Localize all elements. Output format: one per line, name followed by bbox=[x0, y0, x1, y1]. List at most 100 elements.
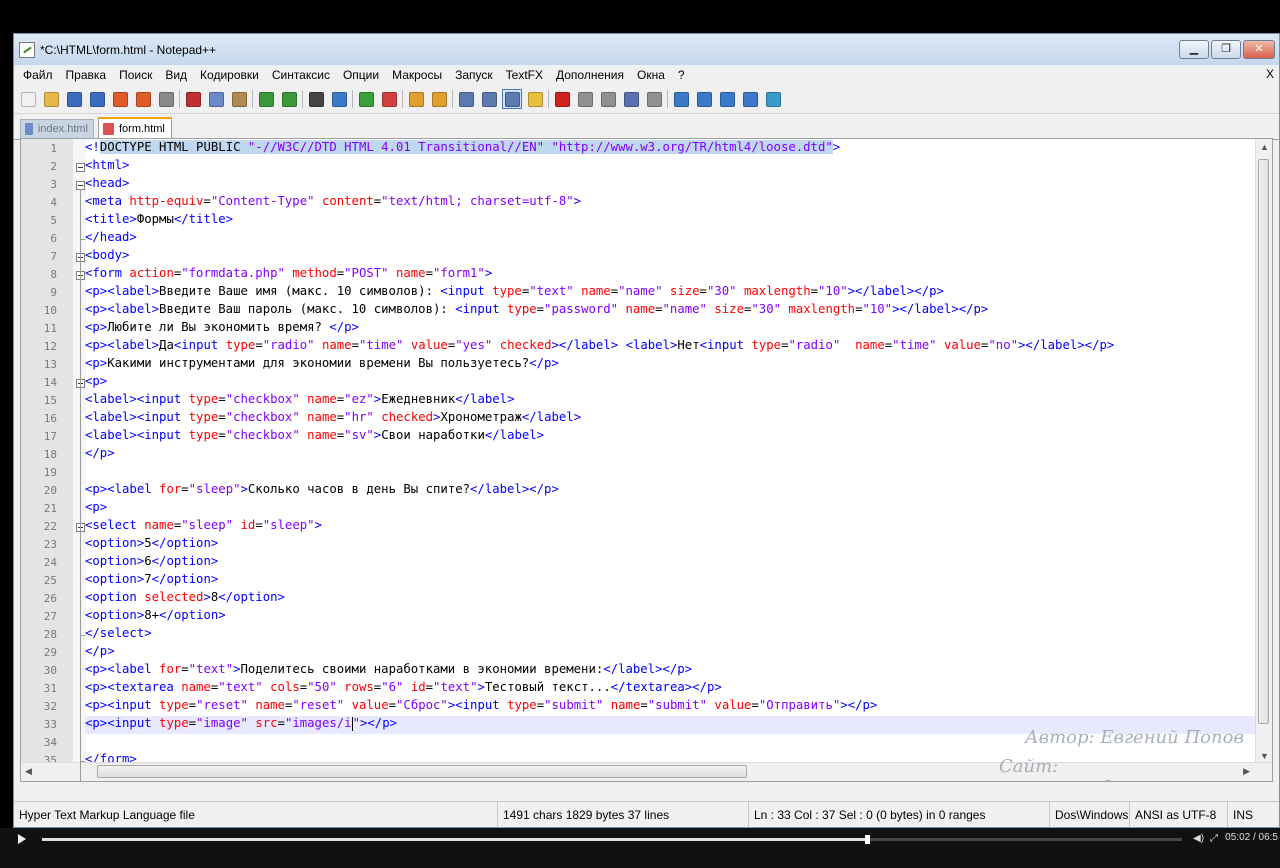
line-number: 4 bbox=[50, 196, 57, 209]
video-seek-bar[interactable] bbox=[42, 835, 1182, 844]
record-macro-icon[interactable] bbox=[552, 89, 572, 109]
sync-horizontal-icon[interactable] bbox=[429, 89, 449, 109]
code-line[interactable]: <p><label>Введите Ваше имя (макс. 10 сим… bbox=[85, 284, 1261, 302]
code-line[interactable]: <option>6</option> bbox=[85, 554, 1261, 572]
code-line[interactable]: <!DOCTYPE HTML PUBLIC "-//W3C//DTD HTML … bbox=[85, 140, 1261, 158]
play-macro-icon[interactable] bbox=[598, 89, 618, 109]
code-line[interactable]: <label><input type="checkbox" name="hr" … bbox=[85, 410, 1261, 428]
scroll-left-arrow-icon[interactable]: ◀ bbox=[25, 766, 32, 777]
menu-window[interactable]: Окна bbox=[631, 68, 671, 82]
copy-icon[interactable] bbox=[206, 89, 226, 109]
scroll-up-arrow-icon[interactable]: ▲ bbox=[1260, 142, 1269, 152]
new-file-icon[interactable] bbox=[18, 89, 38, 109]
zoom-out-icon[interactable] bbox=[379, 89, 399, 109]
save-icon[interactable] bbox=[64, 89, 84, 109]
code-line[interactable]: <p> bbox=[85, 374, 1261, 392]
save-macro-icon[interactable] bbox=[644, 89, 664, 109]
menu-search[interactable]: Поиск bbox=[113, 68, 158, 82]
menu-run[interactable]: Запуск bbox=[449, 68, 499, 82]
spell-check-icon[interactable] bbox=[763, 89, 783, 109]
code-line[interactable]: <option selected>8</option> bbox=[85, 590, 1261, 608]
code-line[interactable]: <head> bbox=[85, 176, 1261, 194]
close-window-button[interactable]: ✕ bbox=[1243, 40, 1275, 59]
vertical-scrollbar[interactable]: ▲ ▼ bbox=[1255, 139, 1272, 763]
code-line[interactable]: <body> bbox=[85, 248, 1261, 266]
code-line[interactable]: <meta http-equiv="Content-Type" content=… bbox=[85, 194, 1261, 212]
menu-file[interactable]: Файл bbox=[17, 68, 59, 82]
code-line[interactable]: </p> bbox=[85, 644, 1261, 662]
tab-form-html[interactable]: form.html bbox=[98, 117, 172, 139]
close-document-button[interactable]: X bbox=[1266, 67, 1274, 81]
code-token: <html> bbox=[85, 158, 130, 172]
play-icon[interactable] bbox=[18, 834, 26, 844]
copy-icon-glyph bbox=[208, 91, 224, 107]
vertical-scroll-thumb[interactable] bbox=[1258, 159, 1269, 724]
save-all-icon[interactable] bbox=[87, 89, 107, 109]
code-line[interactable]: <p><label>Введите Ваш пароль (макс. 10 с… bbox=[85, 302, 1261, 320]
paste-icon[interactable] bbox=[229, 89, 249, 109]
user-lang-icon[interactable] bbox=[525, 89, 545, 109]
code-line[interactable]: <p><label for="sleep">Сколько часов в де… bbox=[85, 482, 1261, 500]
find-icon[interactable] bbox=[306, 89, 326, 109]
menu-edit[interactable]: Правка bbox=[60, 68, 113, 82]
maximize-button[interactable]: ❐ bbox=[1211, 40, 1241, 59]
menu-syntax[interactable]: Синтаксис bbox=[266, 68, 336, 82]
cut-icon[interactable] bbox=[183, 89, 203, 109]
code-line[interactable]: <option>7</option> bbox=[85, 572, 1261, 590]
word-wrap-icon[interactable] bbox=[456, 89, 476, 109]
menu-options[interactable]: Опции bbox=[337, 68, 385, 82]
code-line[interactable]: <p>Какими инструментами для экономии вре… bbox=[85, 356, 1261, 374]
menu-help[interactable]: ? bbox=[672, 68, 691, 82]
code-line[interactable]: <html> bbox=[85, 158, 1261, 176]
replace-icon[interactable] bbox=[329, 89, 349, 109]
stop-macro-icon[interactable] bbox=[575, 89, 595, 109]
code-line[interactable]: <select name="sleep" id="sleep"> bbox=[85, 518, 1261, 536]
textfx-trim-icon[interactable] bbox=[740, 89, 760, 109]
close-all-icon[interactable] bbox=[133, 89, 153, 109]
fullscreen-icon[interactable]: ⤢ bbox=[1210, 833, 1218, 844]
menu-macros[interactable]: Макросы bbox=[386, 68, 448, 82]
code-line[interactable]: <label><input type="checkbox" name="sv">… bbox=[85, 428, 1261, 446]
redo-icon[interactable] bbox=[279, 89, 299, 109]
toolbar-separator bbox=[402, 90, 403, 108]
fold-toggle-icon[interactable] bbox=[76, 163, 85, 172]
code-line[interactable]: <p>Любите ли Вы экономить время? </p> bbox=[85, 320, 1261, 338]
textfx-up-icon[interactable] bbox=[694, 89, 714, 109]
open-file-icon[interactable] bbox=[41, 89, 61, 109]
indent-guide-icon[interactable] bbox=[502, 89, 522, 109]
code-line[interactable]: <label><input type="checkbox" name="ez">… bbox=[85, 392, 1261, 410]
code-line[interactable]: </select> bbox=[85, 626, 1261, 644]
code-line[interactable]: <p> bbox=[85, 500, 1261, 518]
menu-encoding[interactable]: Кодировки bbox=[194, 68, 265, 82]
code-line[interactable]: <title>Формы</title> bbox=[85, 212, 1261, 230]
code-editor[interactable]: 1 2 3 4 5 6 7 8 9 10 11 12 13 14 15 16 17 18 19 20 21 22 23 24 2… bbox=[20, 138, 1273, 782]
show-all-chars-icon[interactable] bbox=[479, 89, 499, 109]
tab-index-html[interactable]: index.html bbox=[20, 119, 94, 138]
menu-view[interactable]: Вид bbox=[159, 68, 193, 82]
undo-icon[interactable] bbox=[256, 89, 276, 109]
volume-icon[interactable]: ◀) bbox=[1193, 833, 1204, 844]
menu-plugins[interactable]: Дополнения bbox=[550, 68, 630, 82]
menu-textfx[interactable]: TextFX bbox=[500, 68, 549, 82]
code-line[interactable]: <p><label for="text">Поделитесь своими н… bbox=[85, 662, 1261, 680]
minimize-button[interactable]: ▁ bbox=[1179, 40, 1209, 59]
code-line[interactable]: <p><label>Да<input type="radio" name="ti… bbox=[85, 338, 1261, 356]
code-line[interactable]: <form action="formdata.php" method="POST… bbox=[85, 266, 1261, 284]
textfx-down-icon[interactable] bbox=[717, 89, 737, 109]
code-line[interactable]: </p> bbox=[85, 446, 1261, 464]
close-file-icon[interactable] bbox=[110, 89, 130, 109]
horizontal-scroll-thumb[interactable] bbox=[97, 765, 747, 778]
play-multiple-icon[interactable] bbox=[621, 89, 641, 109]
code-area[interactable]: <!DOCTYPE HTML PUBLIC "-//W3C//DTD HTML … bbox=[85, 139, 1261, 781]
code-line[interactable]: </head> bbox=[85, 230, 1261, 248]
code-line[interactable]: <p><textarea name="text" cols="50" rows=… bbox=[85, 680, 1261, 698]
video-seek-handle[interactable] bbox=[865, 835, 871, 844]
zoom-in-icon[interactable] bbox=[356, 89, 376, 109]
sync-vertical-icon[interactable] bbox=[406, 89, 426, 109]
code-line[interactable]: <p><input type="reset" name="reset" valu… bbox=[85, 698, 1261, 716]
code-line[interactable]: <option>5</option> bbox=[85, 536, 1261, 554]
code-line[interactable] bbox=[85, 464, 1261, 482]
print-icon[interactable] bbox=[156, 89, 176, 109]
textfx-sort-icon[interactable] bbox=[671, 89, 691, 109]
code-line[interactable]: <option>8+</option> bbox=[85, 608, 1261, 626]
